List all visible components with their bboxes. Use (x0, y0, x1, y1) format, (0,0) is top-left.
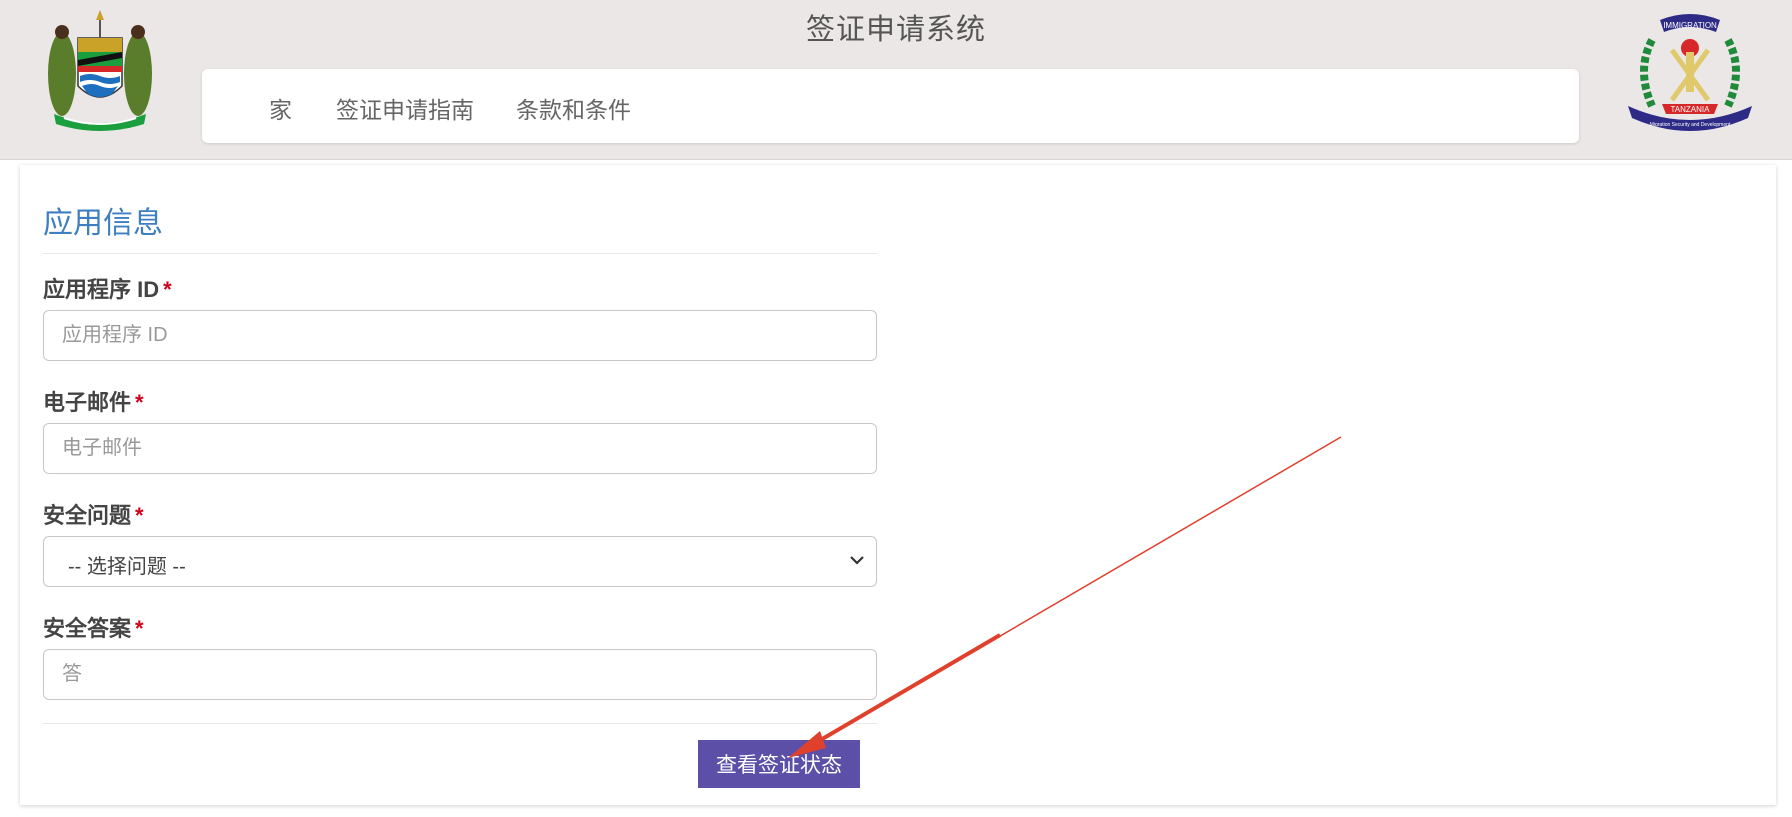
email-input[interactable] (43, 423, 877, 474)
chevron-down-icon (850, 556, 864, 565)
required-mark: * (135, 616, 144, 641)
app-id-label: 应用程序 ID * (43, 277, 172, 302)
immigration-logo: IMMIGRATION TANZANIA Migration Security … (1628, 14, 1752, 131)
form-divider (43, 723, 877, 724)
email-label: 电子邮件 * (43, 390, 144, 415)
selected-question: -- 选择问题 -- (68, 556, 186, 578)
check-visa-status-button[interactable]: 查看签证状态 (698, 740, 860, 788)
svg-text:TANZANIA: TANZANIA (1671, 105, 1711, 114)
required-mark: * (135, 503, 144, 528)
nav-home-link[interactable]: 家 (269, 91, 292, 125)
site-header: 签证申请系统 家 签证申请指南 条款和条件 IMMIGRATION TANZAN… (0, 0, 1792, 160)
svg-text:IMMIGRATION: IMMIGRATION (1663, 21, 1717, 30)
section-title: 应用信息 (43, 207, 163, 240)
required-mark: * (135, 390, 144, 415)
security-question-label: 安全问题 * (43, 503, 144, 528)
security-question-select[interactable]: -- 选择问题 -- (43, 536, 877, 587)
svg-text:Migration Security and Develop: Migration Security and Development (1650, 122, 1731, 128)
security-answer-input[interactable] (43, 649, 877, 700)
main-nav: 家 签证申请指南 条款和条件 (202, 69, 1579, 143)
security-answer-label: 安全答案 * (43, 616, 144, 641)
application-form-card (20, 165, 1776, 805)
page-title: 签证申请系统 (805, 14, 986, 46)
nav-guide-link[interactable]: 签证申请指南 (336, 91, 474, 125)
nav-terms-link[interactable]: 条款和条件 (516, 91, 631, 125)
section-divider (43, 253, 877, 254)
app-id-input[interactable] (43, 310, 877, 361)
required-mark: * (163, 277, 172, 302)
